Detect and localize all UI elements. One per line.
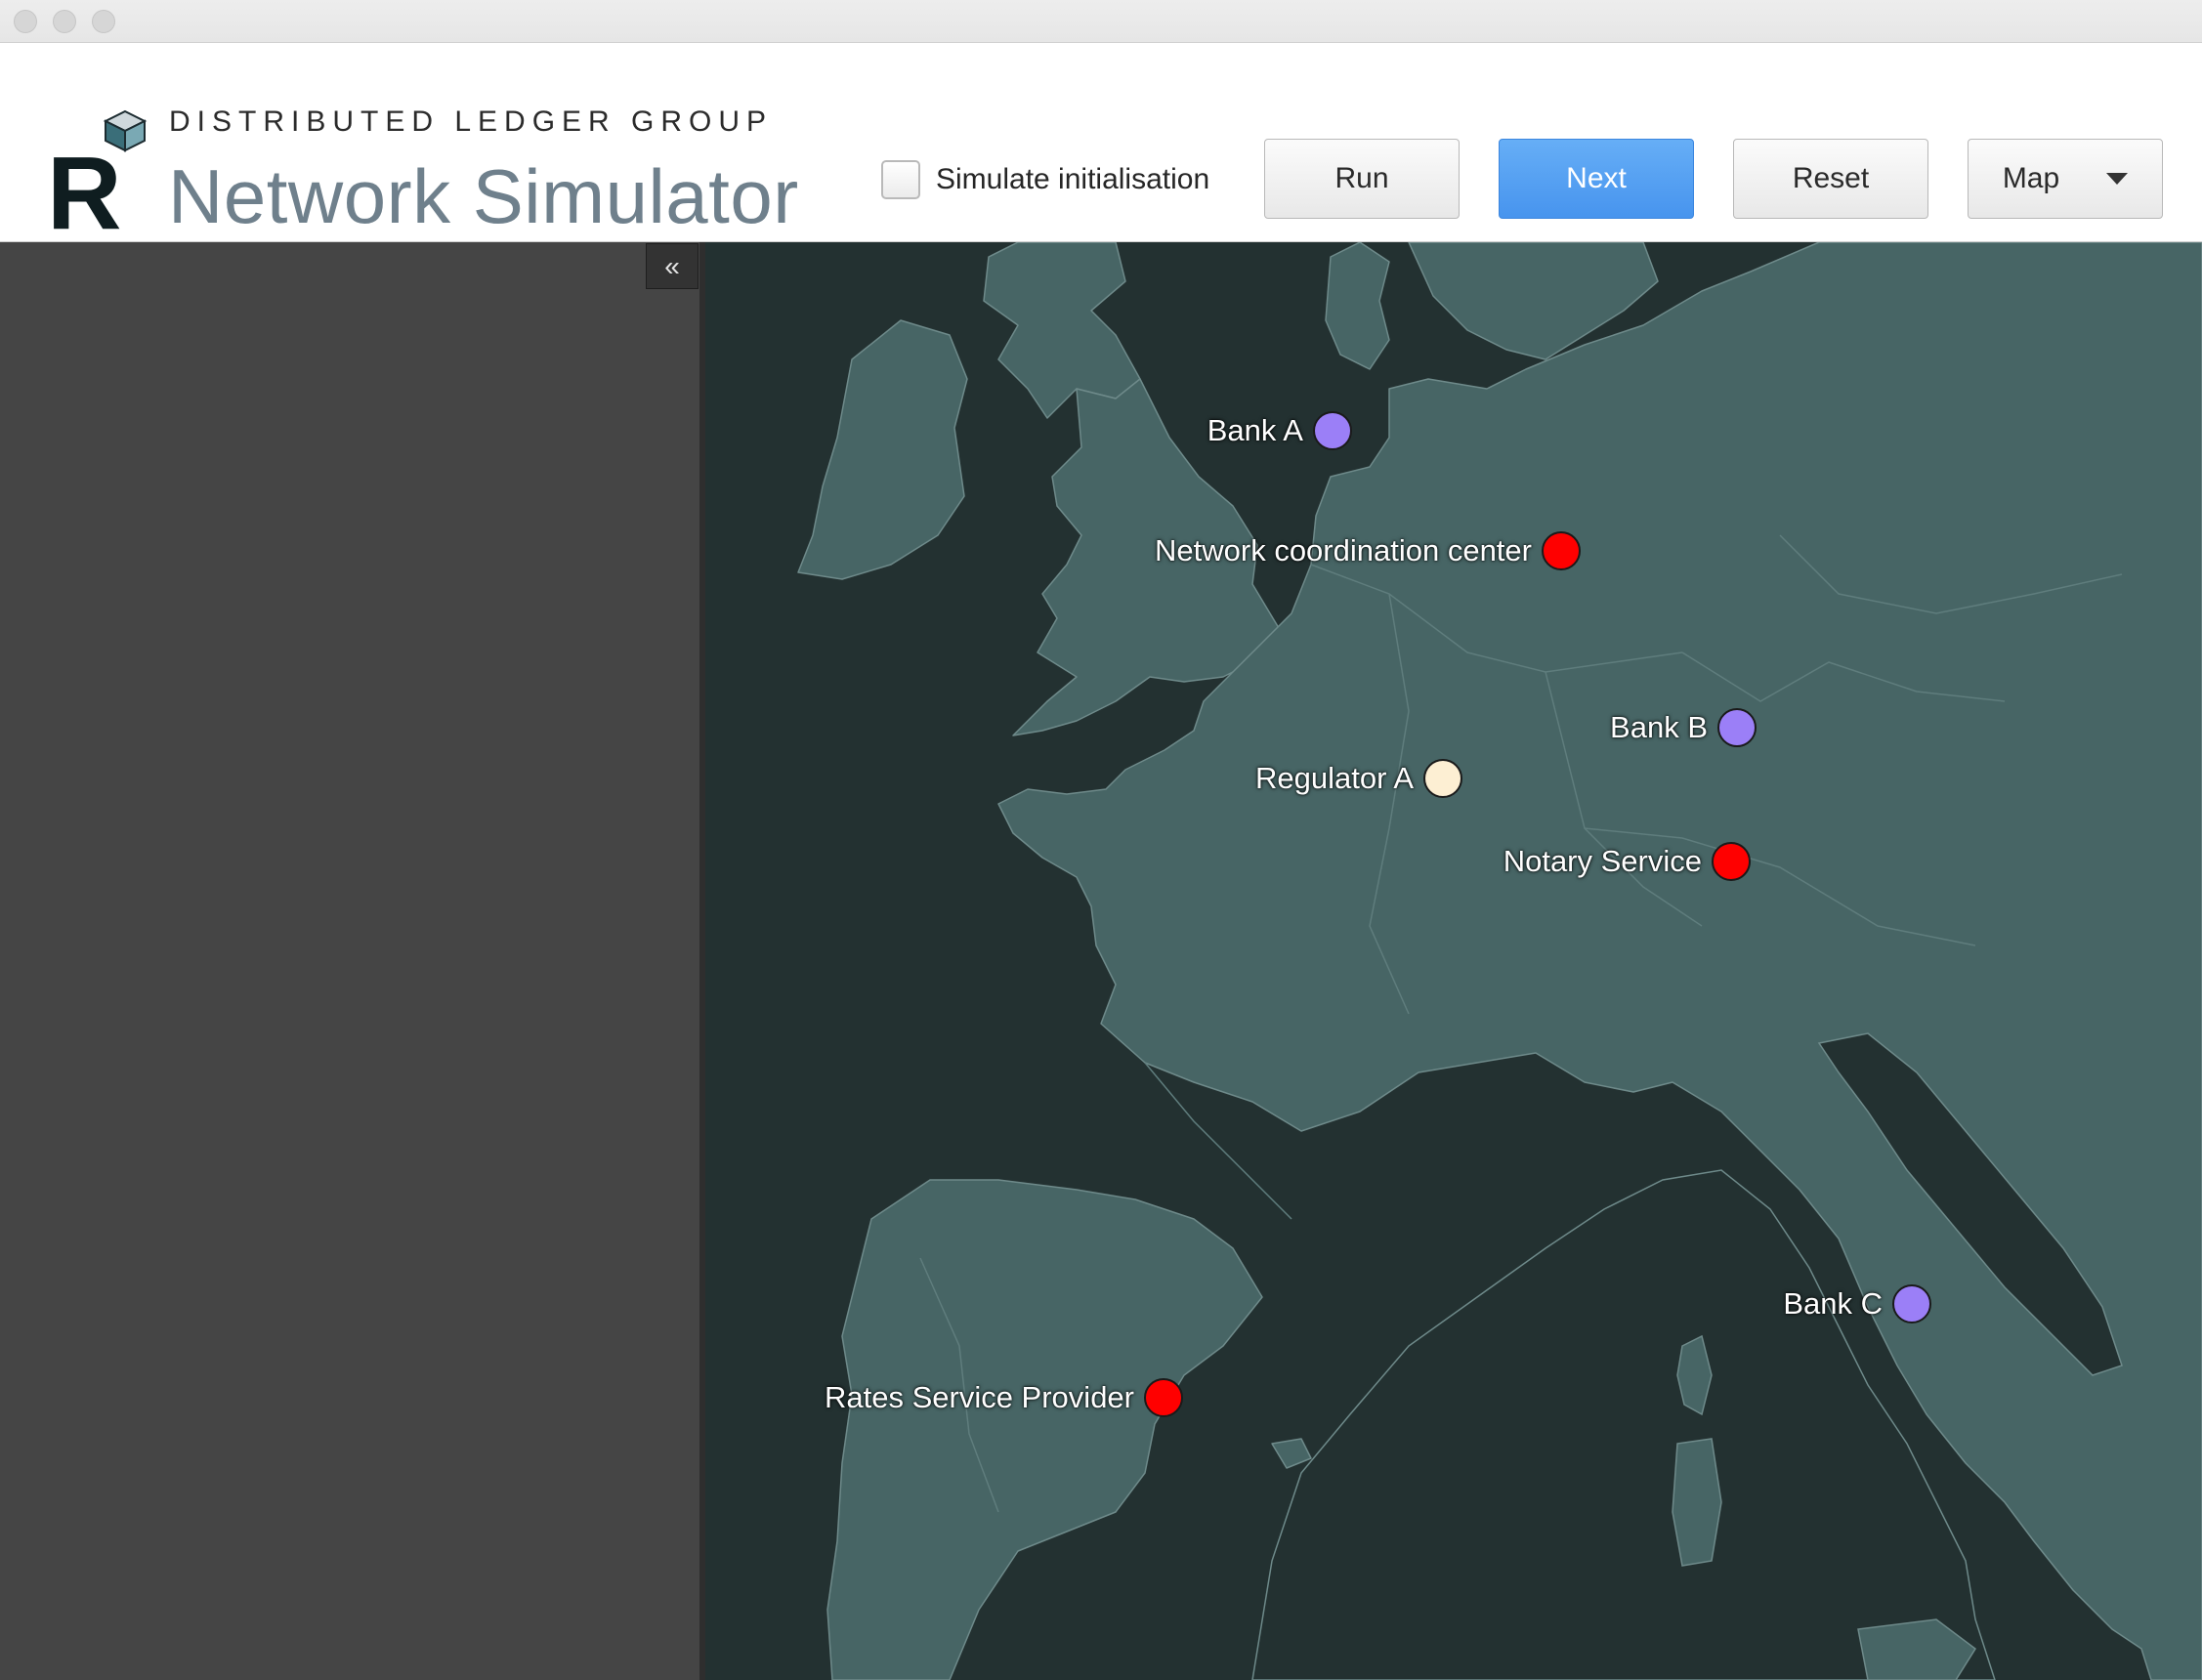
reset-button-label: Reset [1792,162,1870,194]
land-denmark [1325,242,1390,370]
network-map[interactable]: Network coordination center Bank A Bank B R… [705,242,2202,1680]
logo-letter: R [47,136,122,240]
close-window-button[interactable] [14,10,37,33]
simulate-initialisation-checkbox[interactable] [881,160,920,199]
node-label-notary-service: Notary Service [1503,844,1702,878]
reset-button[interactable]: Reset [1733,139,1928,219]
node-marker-rates-service-provider[interactable] [1144,1378,1183,1417]
run-button-label: Run [1334,162,1389,194]
view-select[interactable]: Map [1968,139,2163,219]
node-label-bank-a: Bank A [1207,413,1303,447]
simulate-initialisation-option[interactable]: Simulate initialisation [881,158,1209,201]
node-marker-bank-b[interactable] [1717,708,1757,747]
land-sardinia-top [1672,1438,1722,1567]
app-header: R DISTRIBUTED LEDGER GROUP Network Simul… [0,43,2202,251]
node-label-bank-b: Bank B [1610,710,1708,744]
node-marker-notary-service[interactable] [1712,842,1751,881]
node-label-regulator-a: Regulator A [1255,761,1414,795]
next-button-label: Next [1566,162,1627,194]
simulate-initialisation-label: Simulate initialisation [936,163,1210,195]
land-balearic [1271,1438,1312,1469]
cube-icon [103,109,148,152]
node-marker-bank-a[interactable] [1313,411,1352,450]
minimize-window-button[interactable] [53,10,76,33]
collapse-sidebar-button[interactable]: « [646,243,699,289]
node-label-bank-c: Bank C [1783,1286,1883,1321]
sidebar-panel [0,242,699,1680]
view-select-value: Map [2002,162,2060,194]
land-scotland [983,242,1141,419]
chevron-down-icon [2106,173,2129,185]
node-marker-network-coordination-center[interactable] [1542,531,1581,570]
node-label-rates-service-provider: Rates Service Provider [824,1380,1134,1414]
app-title: Network Simulator [168,153,799,239]
node-label-network-coordination-center: Network coordination center [1155,533,1532,567]
organization-name: DISTRIBUTED LEDGER GROUP [169,105,774,138]
node-marker-bank-c[interactable] [1892,1284,1931,1323]
app-logo: R [47,104,154,251]
land-iberia [826,1179,1263,1680]
window-titlebar [0,0,2202,43]
europe-map [797,242,2202,1680]
zoom-window-button[interactable] [92,10,115,33]
double-chevron-left-icon: « [664,250,680,281]
run-button[interactable]: Run [1264,139,1460,219]
next-button[interactable]: Next [1499,139,1694,219]
land-ireland [797,319,968,580]
node-marker-regulator-a[interactable] [1423,759,1462,798]
